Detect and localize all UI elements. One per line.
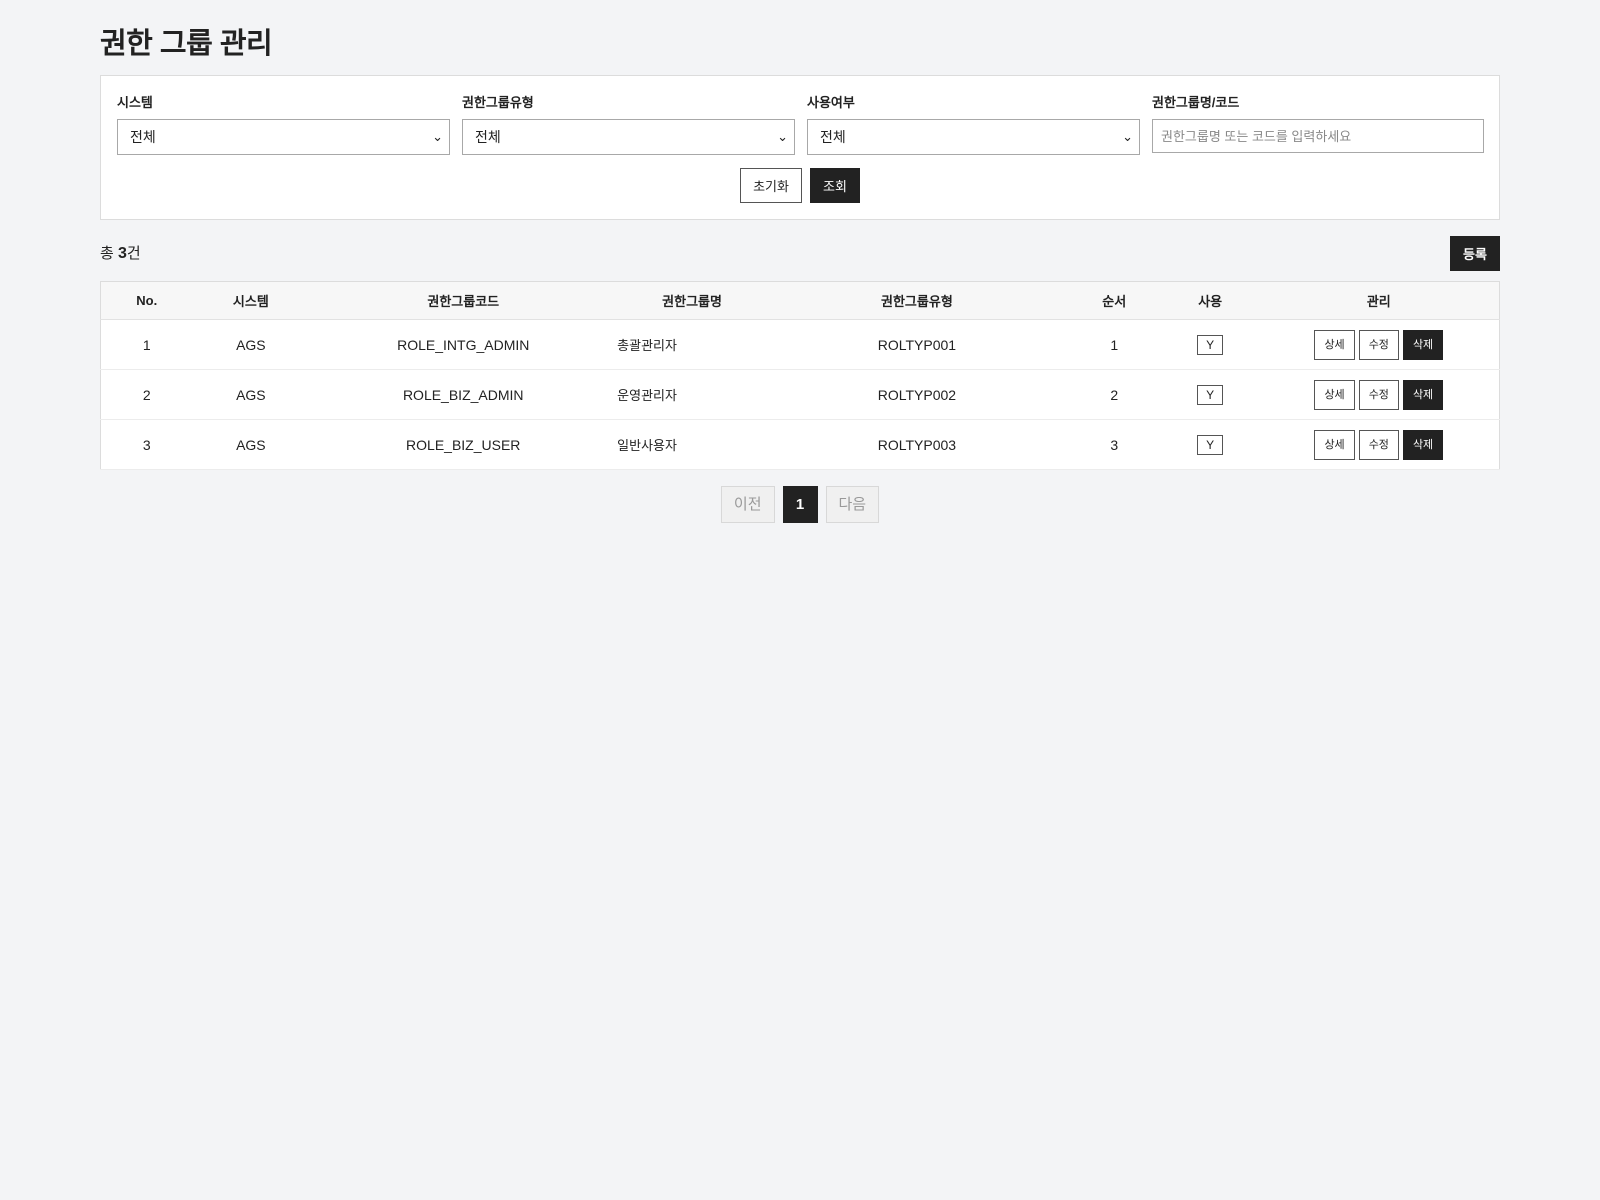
group-type-select[interactable]: 전체 ⌄	[462, 119, 795, 155]
cell-name: 총괄관리자	[617, 319, 768, 370]
page-title: 권한 그룹 관리	[100, 28, 273, 60]
cell-name: 운영관리자	[617, 369, 768, 420]
search-button[interactable]: 조회	[809, 168, 860, 203]
cell-system: AGS	[192, 319, 310, 370]
cell-type: ROLTYP002	[767, 369, 1067, 420]
cell-actions: 상세 수정 삭제	[1258, 419, 1500, 470]
keyword-input[interactable]	[1152, 119, 1484, 153]
cell-use: Y	[1161, 419, 1259, 470]
cell-use: Y	[1161, 319, 1259, 370]
table-row: 1 AGS ROLE_INTG_ADMIN 총괄관리자 ROLTYP001 1 …	[100, 319, 1500, 370]
detail-button[interactable]: 상세	[1314, 379, 1355, 410]
cell-order: 2	[1066, 369, 1162, 420]
delete-button[interactable]: 삭제	[1402, 379, 1444, 410]
system-select-value: 전체	[130, 129, 156, 145]
chevron-down-icon: ⌄	[432, 129, 443, 144]
col-no-header: No.	[100, 281, 193, 320]
total-count-prefix: 총	[100, 245, 118, 262]
col-use-header: 사용	[1161, 281, 1259, 320]
reset-button[interactable]: 초기화	[740, 168, 802, 203]
cell-name: 일반사용자	[617, 419, 768, 470]
total-count-suffix: 건	[126, 245, 141, 262]
cell-use: Y	[1161, 369, 1259, 420]
search-button-row: 초기화 조회	[101, 168, 1499, 203]
cell-actions: 상세 수정 삭제	[1258, 319, 1500, 370]
cell-system: AGS	[192, 369, 310, 420]
col-order-header: 순서	[1066, 281, 1162, 320]
use-filter: 사용여부 전체 ⌄	[807, 92, 1140, 155]
use-badge: Y	[1197, 334, 1224, 355]
total-count: 총 3건	[100, 242, 141, 263]
cell-actions: 상세 수정 삭제	[1258, 369, 1500, 420]
detail-button[interactable]: 상세	[1314, 429, 1355, 460]
group-type-filter-label: 권한그룹유형	[462, 95, 534, 110]
cell-order: 3	[1066, 419, 1162, 470]
use-filter-label: 사용여부	[807, 95, 855, 110]
role-group-table: No. 시스템 권한그룹코드 권한그룹명 권한그룹유형 순서 사용 관리 1 A…	[100, 281, 1500, 470]
cell-code: ROLE_BIZ_USER	[309, 419, 618, 470]
col-code-header: 권한그룹코드	[309, 281, 618, 320]
search-panel: 시스템 전체 ⌄ 권한그룹유형 전체 ⌄ 사용여부 전체 ⌄ 권한그룹명/코드	[100, 75, 1500, 220]
delete-button[interactable]: 삭제	[1402, 429, 1444, 460]
edit-button[interactable]: 수정	[1358, 429, 1399, 460]
keyword-filter-label: 권한그룹명/코드	[1152, 95, 1240, 110]
next-page-button[interactable]: 다음	[825, 486, 880, 523]
cell-no: 2	[100, 369, 193, 420]
table-header-row: No. 시스템 권한그룹코드 권한그룹명 권한그룹유형 순서 사용 관리	[100, 281, 1500, 320]
cell-system: AGS	[192, 419, 310, 470]
chevron-down-icon: ⌄	[777, 129, 788, 144]
pagination: 이전 1 다음	[100, 486, 1500, 523]
keyword-filter: 권한그룹명/코드	[1152, 92, 1485, 153]
register-button[interactable]: 등록	[1450, 236, 1500, 271]
cell-no: 3	[100, 419, 193, 470]
system-filter-label: 시스템	[117, 95, 153, 110]
edit-button[interactable]: 수정	[1358, 379, 1399, 410]
group-type-filter: 권한그룹유형 전체 ⌄	[462, 92, 795, 155]
use-badge: Y	[1197, 384, 1224, 405]
col-system-header: 시스템	[192, 281, 310, 320]
group-type-select-value: 전체	[475, 129, 501, 145]
use-select[interactable]: 전체 ⌄	[807, 119, 1140, 155]
cell-no: 1	[100, 319, 193, 370]
cell-type: ROLTYP003	[767, 419, 1067, 470]
edit-button[interactable]: 수정	[1358, 329, 1399, 360]
use-badge: Y	[1197, 434, 1224, 455]
detail-button[interactable]: 상세	[1314, 329, 1355, 360]
total-count-number: 3	[117, 245, 127, 262]
prev-page-button[interactable]: 이전	[720, 486, 775, 523]
table-row: 3 AGS ROLE_BIZ_USER 일반사용자 ROLTYP003 3 Y …	[100, 419, 1500, 470]
system-filter: 시스템 전체 ⌄	[117, 92, 450, 155]
table-row: 2 AGS ROLE_BIZ_ADMIN 운영관리자 ROLTYP002 2 Y…	[100, 369, 1500, 420]
cell-type: ROLTYP001	[767, 319, 1067, 370]
use-select-value: 전체	[820, 129, 846, 145]
cell-code: ROLE_BIZ_ADMIN	[309, 369, 618, 420]
cell-code: ROLE_INTG_ADMIN	[309, 319, 618, 370]
cell-order: 1	[1066, 319, 1162, 370]
col-type-header: 권한그룹유형	[767, 281, 1067, 320]
col-name-header: 권한그룹명	[617, 281, 768, 320]
col-manage-header: 관리	[1258, 281, 1500, 320]
system-select[interactable]: 전체 ⌄	[117, 119, 450, 155]
page-number-button[interactable]: 1	[782, 486, 818, 523]
delete-button[interactable]: 삭제	[1402, 329, 1444, 360]
chevron-down-icon: ⌄	[1122, 129, 1133, 144]
